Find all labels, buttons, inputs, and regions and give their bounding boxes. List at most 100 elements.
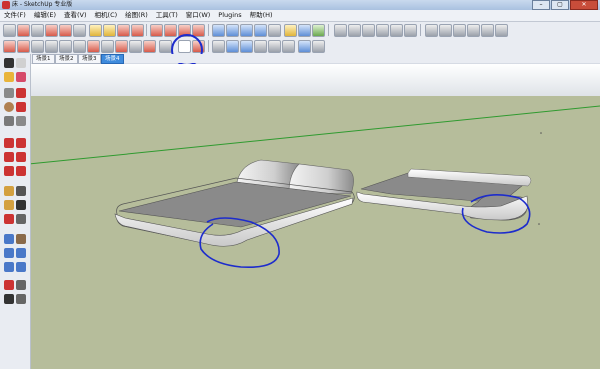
polygon-tool-icon[interactable] — [4, 116, 14, 126]
menu-help[interactable]: 帮助(H) — [246, 10, 277, 21]
select-tool-icon[interactable] — [3, 24, 16, 37]
wireframe-style-icon[interactable] — [439, 24, 452, 37]
pan-icon[interactable] — [16, 234, 26, 244]
scene-tab-4[interactable]: 场景4 — [101, 54, 124, 64]
top-view-icon[interactable] — [348, 24, 361, 37]
zoom-extents-icon[interactable] — [4, 262, 14, 272]
orbit-icon[interactable] — [212, 24, 225, 37]
freehand-icon[interactable] — [16, 116, 26, 126]
move-tool-icon[interactable] — [164, 24, 177, 37]
subtract-icon[interactable] — [254, 40, 267, 53]
right-view-icon[interactable] — [376, 24, 389, 37]
polygon-tool-icon[interactable] — [73, 24, 86, 37]
select-tool-icon[interactable] — [4, 58, 14, 68]
circle-tool-icon[interactable] — [45, 24, 58, 37]
maximize-button[interactable]: ▢ — [551, 0, 569, 10]
move-tool-icon[interactable] — [4, 138, 14, 148]
3d-text-icon[interactable] — [101, 40, 114, 53]
follow-me-icon[interactable] — [16, 152, 26, 162]
scene-tab-2[interactable]: 场景2 — [55, 54, 78, 64]
scene-tab-1[interactable]: 场景1 — [32, 54, 55, 64]
rotate-tool-icon[interactable] — [4, 152, 14, 162]
menu-plugins[interactable]: Plugins — [214, 10, 245, 21]
pencil-tool-icon[interactable] — [17, 24, 30, 37]
protractor-icon[interactable] — [4, 200, 14, 210]
pencil-tool-icon[interactable] — [16, 88, 26, 98]
minimize-button[interactable]: – — [532, 0, 550, 10]
text-tool-icon[interactable] — [16, 200, 26, 210]
zoom-icon[interactable] — [4, 248, 14, 258]
left-view-icon[interactable] — [404, 24, 417, 37]
axes-tool-icon[interactable] — [87, 40, 100, 53]
walk-icon[interactable] — [129, 40, 142, 53]
dimension-icon[interactable] — [16, 186, 26, 196]
position-camera-icon[interactable] — [4, 280, 14, 290]
shaded-textures-style-icon[interactable] — [481, 24, 494, 37]
union-icon[interactable] — [240, 40, 253, 53]
zoom-window-icon[interactable] — [16, 248, 26, 258]
paint-bucket-icon[interactable] — [4, 72, 14, 82]
monochrome-style-icon[interactable] — [495, 24, 508, 37]
rectangle-tool-icon[interactable] — [31, 24, 44, 37]
menu-view[interactable]: 查看(V) — [60, 10, 91, 21]
make-component-icon[interactable] — [16, 58, 26, 68]
component-attributes-icon[interactable] — [312, 40, 325, 53]
hidden-line-style-icon[interactable] — [453, 24, 466, 37]
menu-edit[interactable]: 编辑(E) — [30, 10, 60, 21]
iso-view-icon[interactable] — [334, 24, 347, 37]
menu-draw[interactable]: 绘图(R) — [121, 10, 152, 21]
freehand-icon[interactable] — [31, 40, 44, 53]
rectangle-tool-icon[interactable] — [4, 88, 14, 98]
push-pull-icon[interactable] — [150, 24, 163, 37]
push-pull-icon[interactable] — [16, 138, 26, 148]
tape-measure-icon[interactable] — [131, 24, 144, 37]
look-around-icon[interactable] — [143, 40, 156, 53]
dimension-icon[interactable] — [59, 40, 72, 53]
paint-bucket-icon[interactable] — [103, 24, 116, 37]
3d-text-icon[interactable] — [16, 214, 26, 224]
get-models-icon[interactable] — [298, 24, 311, 37]
arc-tool-icon[interactable] — [59, 24, 72, 37]
scale-tool-icon[interactable] — [4, 166, 14, 176]
geo-location-icon[interactable] — [284, 24, 297, 37]
section-plane-icon[interactable] — [16, 294, 26, 304]
close-button[interactable]: ✕ — [570, 0, 598, 10]
orbit-icon[interactable] — [4, 234, 14, 244]
menu-file[interactable]: 文件(F) — [0, 10, 30, 21]
menu-tools[interactable]: 工具(T) — [152, 10, 182, 21]
make-component-icon[interactable] — [89, 24, 102, 37]
menu-window[interactable]: 窗口(W) — [182, 10, 215, 21]
xray-style-icon[interactable] — [425, 24, 438, 37]
text-tool-icon[interactable] — [73, 40, 86, 53]
arc-tool-icon[interactable] — [16, 102, 26, 112]
scale-tool-icon[interactable] — [17, 40, 30, 53]
back-view-icon[interactable] — [390, 24, 403, 37]
offset-tool-icon[interactable] — [16, 166, 26, 176]
split-icon[interactable] — [282, 40, 295, 53]
previous-view-icon[interactable] — [268, 24, 281, 37]
tape-measure-icon[interactable] — [4, 186, 14, 196]
eraser-icon[interactable] — [16, 72, 26, 82]
eraser-icon[interactable] — [117, 24, 130, 37]
front-view-icon[interactable] — [362, 24, 375, 37]
zoom-extents-icon[interactable] — [254, 24, 267, 37]
share-model-icon[interactable] — [312, 24, 325, 37]
scene-tab-3[interactable]: 场景3 — [78, 54, 101, 64]
section-plane-icon[interactable] — [115, 40, 128, 53]
menu-camera[interactable]: 相机(C) — [91, 10, 122, 21]
dynamic-component-icon[interactable] — [298, 40, 311, 53]
walk-icon[interactable] — [4, 294, 14, 304]
circle-tool-icon[interactable] — [4, 102, 14, 112]
intersect-icon[interactable] — [212, 40, 225, 53]
zoom-icon[interactable] — [240, 24, 253, 37]
shaded-style-icon[interactable] — [467, 24, 480, 37]
outer-shell-icon[interactable] — [226, 40, 239, 53]
model-viewport[interactable] — [31, 64, 600, 369]
axes-tool-icon[interactable] — [4, 214, 14, 224]
pan-icon[interactable] — [226, 24, 239, 37]
previous-view-icon[interactable] — [16, 262, 26, 272]
offset-tool-icon[interactable] — [3, 40, 16, 53]
look-around-icon[interactable] — [16, 280, 26, 290]
trim-icon[interactable] — [268, 40, 281, 53]
protractor-icon[interactable] — [45, 40, 58, 53]
